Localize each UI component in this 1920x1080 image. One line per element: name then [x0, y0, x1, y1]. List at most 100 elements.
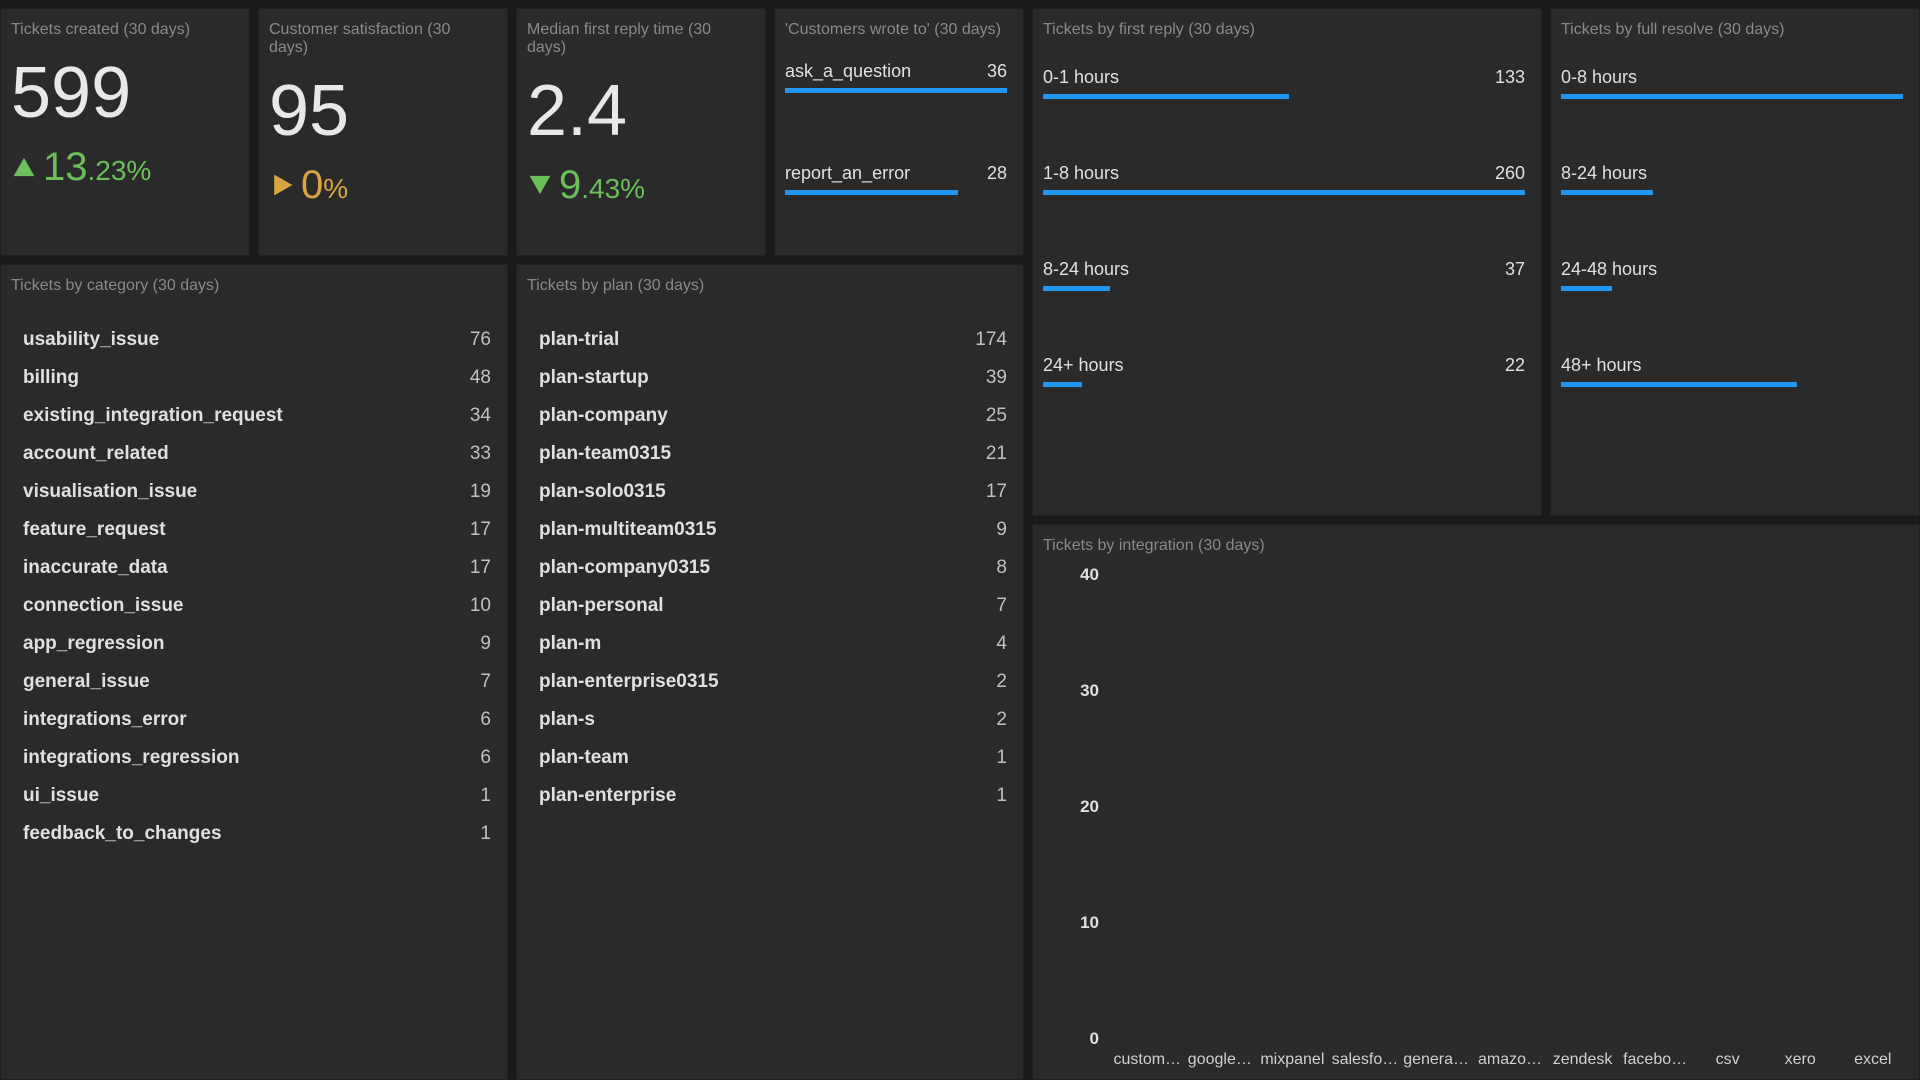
bar-chart: 010203040 — [1063, 575, 1909, 1039]
y-tick: 0 — [1090, 1029, 1099, 1049]
y-tick: 20 — [1080, 797, 1099, 817]
list-label: connection_issue — [23, 595, 184, 617]
stat-value: 95 — [259, 65, 507, 147]
list-label: usability_issue — [23, 329, 159, 351]
list-value: 39 — [986, 367, 1007, 389]
x-tick: csv — [1691, 1051, 1764, 1069]
list-row: connection_issue10 — [1, 587, 507, 625]
panel-title: Customer satisfaction (30 days) — [259, 9, 507, 65]
list-row: usability_issue 76 — [1, 321, 507, 359]
list-label: visualisation_issue — [23, 481, 197, 503]
list-label: billing — [23, 367, 79, 389]
list-row: plan-s 2 — [517, 701, 1023, 739]
list-row: plan-trial174 — [517, 321, 1023, 359]
panel-title: 'Customers wrote to' (30 days) — [775, 9, 1023, 47]
x-tick: google… — [1184, 1051, 1257, 1069]
bucket-row: 8-24 hours — [1551, 159, 1919, 255]
bar-value: 28 — [987, 163, 1007, 184]
list-label: feature_request — [23, 519, 166, 541]
list-label: ui_issue — [23, 785, 99, 807]
bucket-row: 0-1 hours133 — [1033, 63, 1541, 159]
triangle-up-icon — [11, 154, 37, 180]
list-row: plan-company25 — [517, 397, 1023, 435]
list-value: 48 — [470, 367, 491, 389]
stat-value: 2.4 — [517, 65, 765, 147]
list-row: plan-team0315 21 — [517, 435, 1023, 473]
list-label: plan-multiteam0315 — [539, 519, 716, 541]
list-label: inaccurate_data — [23, 557, 168, 579]
triangle-right-icon — [269, 172, 295, 198]
list-label: plan-team0315 — [539, 443, 671, 465]
y-tick: 30 — [1080, 681, 1099, 701]
list-value: 17 — [470, 519, 491, 541]
list-value: 7 — [996, 595, 1007, 617]
list-value: 76 — [470, 329, 491, 351]
list-row: feature_request 17 — [1, 511, 507, 549]
list-row: visualisation_issue19 — [1, 473, 507, 511]
panel-title: Tickets by plan (30 days) — [517, 265, 1023, 303]
bucket-value: 37 — [1505, 259, 1525, 280]
trend-value-int: 13 — [43, 147, 88, 187]
bucket-label: 0-1 hours — [1043, 67, 1119, 88]
list-value: 21 — [986, 443, 1007, 465]
bucket-label: 24-48 hours — [1561, 259, 1657, 280]
trend-value-frac: % — [323, 175, 348, 203]
x-tick: amazo… — [1474, 1051, 1547, 1069]
panel-title: Tickets by full resolve (30 days) — [1551, 9, 1919, 47]
trend-value-int: 9 — [559, 165, 581, 205]
panel-first-reply-buckets: Tickets by first reply (30 days) 0-1 hou… — [1032, 8, 1542, 516]
list-value: 1 — [996, 785, 1007, 807]
list-value: 8 — [996, 557, 1007, 579]
bucket-row: 0-8 hours — [1551, 63, 1919, 159]
panel-by-plan: Tickets by plan (30 days) plan-trial174p… — [516, 264, 1024, 1080]
stat-value: 599 — [1, 47, 249, 129]
list-row: general_issue 7 — [1, 663, 507, 701]
bucket-label: 1-8 hours — [1043, 163, 1119, 184]
panel-full-resolve-buckets: Tickets by full resolve (30 days) 0-8 ho… — [1550, 8, 1920, 516]
bucket-label: 48+ hours — [1561, 355, 1642, 376]
list-row: plan-personal7 — [517, 587, 1023, 625]
panel-title: Tickets by category (30 days) — [1, 265, 507, 303]
list-row: existing_integration_request34 — [1, 397, 507, 435]
list-value: 2 — [996, 709, 1007, 731]
list-label: plan-s — [539, 709, 595, 731]
list-value: 34 — [470, 405, 491, 427]
list-label: general_issue — [23, 671, 150, 693]
bucket-row: 48+ hours — [1551, 351, 1919, 447]
bar-label: ask_a_question — [785, 61, 911, 82]
list-label: integrations_error — [23, 709, 187, 731]
list-label: plan-company — [539, 405, 668, 427]
list-value: 17 — [470, 557, 491, 579]
panel-by-category: Tickets by category (30 days) usability_… — [0, 264, 508, 1080]
list-label: integrations_regression — [23, 747, 239, 769]
triangle-down-icon — [527, 172, 553, 198]
x-tick: zendesk — [1546, 1051, 1619, 1069]
list-row: integrations_error6 — [1, 701, 507, 739]
trend-value-frac: .43% — [581, 175, 645, 203]
panel-csat: Customer satisfaction (30 days) 95 0% — [258, 8, 508, 256]
list-value: 6 — [480, 747, 491, 769]
list-label: plan-enterprise — [539, 785, 676, 807]
list-label: plan-startup — [539, 367, 649, 389]
list-value: 4 — [996, 633, 1007, 655]
list-value: 1 — [480, 823, 491, 845]
bucket-label: 0-8 hours — [1561, 67, 1637, 88]
bucket-row: 8-24 hours37 — [1033, 255, 1541, 351]
wrote-to-row: report_an_error28 — [775, 159, 1023, 221]
x-tick: custom… — [1111, 1051, 1184, 1069]
list-label: plan-solo0315 — [539, 481, 666, 503]
y-tick: 40 — [1080, 565, 1099, 585]
list-label: plan-trial — [539, 329, 619, 351]
bucket-label: 24+ hours — [1043, 355, 1124, 376]
list-row: app_regression9 — [1, 625, 507, 663]
list-row: inaccurate_data 17 — [1, 549, 507, 587]
bucket-label: 8-24 hours — [1561, 163, 1647, 184]
list-label: plan-company0315 — [539, 557, 710, 579]
wrote-to-row: ask_a_question36 — [775, 57, 1023, 119]
list-value: 7 — [480, 671, 491, 693]
bucket-row: 1-8 hours 260 — [1033, 159, 1541, 255]
list-row: feedback_to_changes 1 — [1, 815, 507, 853]
bucket-value: 260 — [1495, 163, 1525, 184]
panel-wrote-to: 'Customers wrote to' (30 days) ask_a_que… — [774, 8, 1024, 256]
list-label: feedback_to_changes — [23, 823, 222, 845]
